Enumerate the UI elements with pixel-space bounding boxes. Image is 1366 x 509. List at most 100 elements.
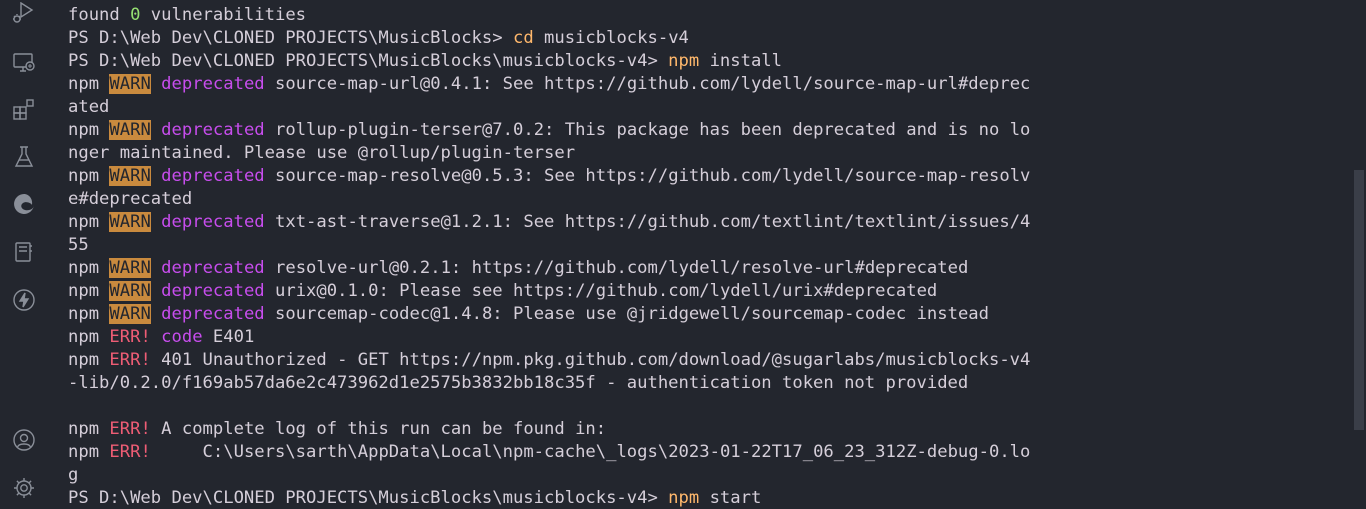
keyword-label: deprecated — [161, 166, 265, 186]
terminal-line: found 0 vulnerabilities — [68, 4, 1158, 27]
terminal-text: install — [699, 51, 783, 71]
keyword-label: deprecated — [161, 120, 265, 140]
warn-badge: WARN — [109, 258, 151, 278]
terminal-line: npm WARN deprecated sourcemap-codec@1.4.… — [68, 303, 1158, 326]
command-token: npm — [668, 51, 700, 71]
keyword-label: deprecated — [161, 304, 265, 324]
terminal-line: PS D:\Web Dev\CLONED PROJECTS\MusicBlock… — [68, 487, 1158, 509]
warn-badge: WARN — [109, 281, 151, 301]
terminal-text: npm — [68, 212, 110, 232]
terminal-text: found — [68, 5, 131, 25]
terminal-scrollbar[interactable] — [1354, 170, 1364, 430]
terminal-text: npm — [68, 304, 110, 324]
terminal-text: vulnerabilities — [140, 5, 307, 25]
terminal-text: npm — [68, 166, 110, 186]
terminal-line: npm WARN deprecated source-map-resolve@0… — [68, 165, 1158, 188]
thunder-client-icon[interactable] — [10, 286, 38, 314]
terminal-text: -lib/0.2.0/f169ab57da6e2c473962d1e2575b3… — [68, 373, 969, 393]
terminal-text: 55 — [68, 235, 89, 255]
terminal-line: npm WARN deprecated source-map-url@0.4.1… — [68, 73, 1158, 96]
terminal-text: start — [699, 488, 762, 508]
terminal-line: npm ERR! code E401 — [68, 326, 1158, 349]
keyword-label: deprecated — [161, 212, 265, 232]
manage-gear-icon[interactable] — [10, 474, 38, 502]
testing-icon[interactable] — [10, 143, 38, 171]
keyword-label: deprecated — [161, 281, 265, 301]
terminal-line: npm WARN deprecated txt-ast-traverse@1.2… — [68, 211, 1158, 234]
terminal-text: npm — [68, 120, 110, 140]
terminal-text: PS D:\Web Dev\CLONED PROJECTS\MusicBlock… — [68, 51, 669, 71]
keyword-label: code — [161, 327, 203, 347]
terminal-text: C:\Users\sarth\AppData\Local\npm-cache\_… — [150, 442, 1031, 462]
terminal-text: PS D:\Web Dev\CLONED PROJECTS\MusicBlock… — [68, 488, 669, 508]
err-label: ERR! — [109, 350, 151, 370]
terminal-line: npm WARN deprecated urix@0.1.0: Please s… — [68, 280, 1158, 303]
terminal-text: source-map-url@0.4.1: See https://github… — [264, 74, 1031, 94]
terminal-text: g — [68, 465, 79, 485]
err-label: ERR! — [109, 442, 151, 462]
terminal-text: resolve-url@0.2.1: https://github.com/ly… — [264, 258, 969, 278]
terminal-text: txt-ast-traverse@1.2.1: See https://gith… — [264, 212, 1031, 232]
warn-badge: WARN — [109, 166, 151, 186]
terminal-text: PS D:\Web Dev\CLONED PROJECTS\MusicBlock… — [68, 28, 513, 48]
terminal-line: npm ERR! 401 Unauthorized - GET https://… — [68, 349, 1158, 372]
terminal-text: npm — [68, 442, 110, 462]
warn-badge: WARN — [109, 212, 151, 232]
terminal-line: 55 — [68, 234, 1158, 257]
remote-explorer-icon[interactable] — [10, 48, 38, 76]
terminal-text: e#deprecated — [68, 189, 193, 209]
run-debug-icon[interactable] — [10, 0, 38, 28]
terminal-text: nger maintained. Please use @rollup/plug… — [68, 143, 576, 163]
err-label: ERR! — [109, 327, 151, 347]
terminal-text: rollup-plugin-terser@7.0.2: This package… — [264, 120, 1031, 140]
terminal-text: 0 — [130, 5, 141, 25]
keyword-label: deprecated — [161, 258, 265, 278]
terminal-text: A complete log of this run can be found … — [150, 419, 607, 439]
terminal-text: npm — [68, 258, 110, 278]
terminal-line: nger maintained. Please use @rollup/plug… — [68, 142, 1158, 165]
terminal-line: ated — [68, 96, 1158, 119]
terminal-line: g — [68, 464, 1158, 487]
terminal-line: -lib/0.2.0/f169ab57da6e2c473962d1e2575b3… — [68, 372, 1158, 395]
terminal-text: npm — [68, 327, 110, 347]
edge-devtools-icon[interactable] — [10, 190, 38, 218]
terminal-text: npm — [68, 419, 110, 439]
terminal-text: E401 — [202, 327, 255, 347]
bookmarks-icon[interactable] — [10, 238, 38, 266]
terminal-text: source-map-resolve@0.5.3: See https://gi… — [264, 166, 1031, 186]
terminal-line: PS D:\Web Dev\CLONED PROJECTS\MusicBlock… — [68, 50, 1158, 73]
terminal-text: ated — [68, 97, 110, 117]
terminal-text: urix@0.1.0: Please see https://github.co… — [264, 281, 938, 301]
warn-badge: WARN — [109, 304, 151, 324]
terminal-text: npm — [68, 74, 110, 94]
terminal-text: sourcemap-codec@1.4.8: Please use @jridg… — [264, 304, 989, 324]
terminal-line: npm ERR! A complete log of this run can … — [68, 418, 1158, 441]
activity-bar — [0, 0, 48, 509]
keyword-label: deprecated — [161, 74, 265, 94]
command-token: cd — [512, 28, 534, 48]
terminal-line: PS D:\Web Dev\CLONED PROJECTS\MusicBlock… — [68, 27, 1158, 50]
terminal-line: e#deprecated — [68, 188, 1158, 211]
terminal-line: npm ERR! C:\Users\sarth\AppData\Local\np… — [68, 441, 1158, 464]
terminal-line: npm WARN deprecated resolve-url@0.2.1: h… — [68, 257, 1158, 280]
terminal-output[interactable]: found 0 vulnerabilities PS D:\Web Dev\CLO… — [68, 4, 1158, 509]
warn-badge: WARN — [109, 74, 151, 94]
terminal-text: musicblocks-v4 — [533, 28, 689, 48]
terminal-text: npm — [68, 350, 110, 370]
terminal-text: 401 Unauthorized - GET https://npm.pkg.g… — [150, 350, 1031, 370]
terminal-text: npm — [68, 281, 110, 301]
terminal-line: npm WARN deprecated rollup-plugin-terser… — [68, 119, 1158, 142]
extensions-icon[interactable] — [10, 96, 38, 124]
accounts-icon[interactable] — [10, 426, 38, 454]
err-label: ERR! — [109, 419, 151, 439]
command-token: npm — [668, 488, 700, 508]
